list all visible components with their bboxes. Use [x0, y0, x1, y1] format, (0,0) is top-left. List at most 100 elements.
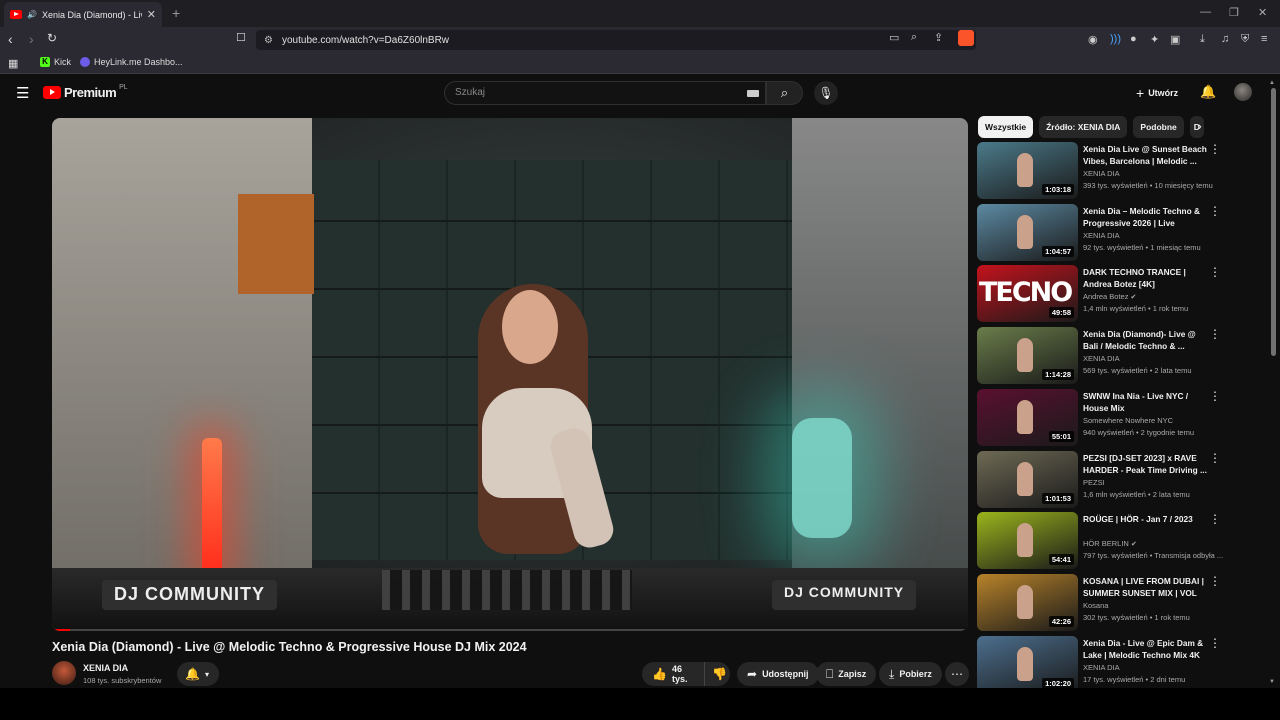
video-player[interactable]: DJ COMMUNITY DJ COMMUNITY	[52, 118, 968, 631]
share-icon[interactable]: ⇪	[934, 31, 943, 44]
chip-all[interactable]: Wszystkie	[978, 116, 1034, 138]
voice-search-button[interactable]: 🎙	[814, 81, 838, 105]
more-actions-button[interactable]: ⋯	[945, 662, 969, 686]
search-input[interactable]: Szukaj	[444, 81, 766, 105]
close-window-icon[interactable]: ✕	[1258, 6, 1267, 19]
youtube-premium-logo[interactable]: Premium PL	[43, 84, 128, 100]
recommendation-title[interactable]: Xenia Dia (Diamond)- Live @ Bali / Melod…	[1083, 328, 1207, 352]
recommendation-item[interactable]: 1:01:53 PEZSI [DJ-SET 2023] x RAVE HARDER…	[977, 451, 1225, 509]
recommendation-channel[interactable]: XENIA DIA	[1083, 169, 1120, 178]
recommendation-channel[interactable]: HÖR BERLIN ✔	[1083, 539, 1137, 548]
video-progress-bar[interactable]	[52, 629, 968, 631]
recommendation-item[interactable]: 1:03:18 Xenia Dia Live @ Sunset Beach Vib…	[977, 142, 1225, 200]
puzzle-icon[interactable]: ✦	[1150, 33, 1159, 46]
more-vertical-icon[interactable]: ⋮	[1209, 574, 1221, 588]
channel-avatar[interactable]	[52, 661, 76, 685]
shield-icon[interactable]: ⛨	[1241, 33, 1249, 46]
bookmark-heylink[interactable]: HeyLink.me Dashbo...	[80, 57, 183, 67]
video-thumbnail[interactable]: 42:26	[977, 574, 1078, 631]
bookmark-kick[interactable]: K Kick	[40, 57, 71, 67]
recommendation-channel[interactable]: XENIA DIA	[1083, 354, 1120, 363]
chip-source[interactable]: Źródło: XENIA DIA	[1039, 116, 1128, 138]
more-vertical-icon[interactable]: ⋮	[1209, 142, 1221, 156]
recommendation-channel[interactable]: XENIA DIA	[1083, 663, 1120, 672]
hamburger-menu-icon[interactable]: ☰	[16, 84, 29, 102]
recommendation-channel[interactable]: Somewhere Nowhere NYC	[1083, 416, 1173, 425]
forward-icon[interactable]: ›	[29, 31, 34, 47]
brave-shields-icon[interactable]	[958, 30, 974, 46]
recommendation-title[interactable]: SWNW Ina Nia - Live NYC / House Mix	[1083, 390, 1207, 414]
subscription-bell-button[interactable]: 🔔 ▾	[177, 662, 219, 686]
video-thumbnail[interactable]: 55:01	[977, 389, 1078, 446]
extension-icon[interactable]: ◉	[1088, 33, 1098, 46]
recommendation-title[interactable]: Xenia Dia – Melodic Techno & Progressive…	[1083, 205, 1207, 229]
like-button[interactable]: 👍 46 tys.	[642, 662, 704, 686]
recommendation-item[interactable]: 1:14:28 Xenia Dia (Diamond)- Live @ Bali …	[977, 327, 1225, 385]
recommendation-title[interactable]: ROÜGE | HÖR - Jan 7 / 2023	[1083, 513, 1207, 525]
recommendation-item[interactable]: 1:02:20 Xenia Dia - Live @ Epic Dam & Lak…	[977, 636, 1225, 694]
save-button[interactable]: ⎕ Zapisz	[816, 662, 877, 686]
cast-icon[interactable]: ▭	[889, 31, 899, 44]
video-thumbnail[interactable]: 1:14:28	[977, 327, 1078, 384]
more-vertical-icon[interactable]: ⋮	[1209, 204, 1221, 218]
close-tab-icon[interactable]: ✕	[147, 8, 156, 21]
sidebar-toggle-icon[interactable]: ▣	[1170, 33, 1180, 46]
more-vertical-icon[interactable]: ⋮	[1209, 636, 1221, 650]
wallet-icon[interactable]: )))	[1110, 33, 1121, 45]
more-vertical-icon[interactable]: ⋮	[1209, 451, 1221, 465]
browser-tab[interactable]: 🔊 Xenia Dia (Diamond) - Live @ ✕	[4, 2, 162, 27]
notifications-bell-icon[interactable]: 🔔	[1200, 84, 1216, 100]
more-vertical-icon[interactable]: ⋮	[1209, 512, 1221, 526]
music-icon[interactable]: ♫	[1221, 33, 1229, 45]
recommendation-title[interactable]: DARK TECHNO TRANCE | Andrea Botez [4K]	[1083, 266, 1207, 290]
download-button[interactable]: ⤓ Pobierz	[879, 662, 942, 686]
more-vertical-icon[interactable]: ⋮	[1209, 389, 1221, 403]
site-settings-icon[interactable]: ⚙	[264, 35, 273, 46]
share-button[interactable]: ➦ Udostępnij	[737, 662, 819, 686]
recommendation-item[interactable]: TECNO 49:58 DARK TECHNO TRANCE | Andrea Bo…	[977, 265, 1225, 323]
zoom-icon[interactable]: ⌕	[911, 31, 917, 44]
back-icon[interactable]: ‹	[8, 31, 13, 47]
address-bar[interactable]: ⚙ youtube.com/watch?v=Da6Z60lnBRw	[256, 30, 976, 50]
recommendation-channel[interactable]: XENIA DIA	[1083, 231, 1120, 240]
recommendation-title[interactable]: Xenia Dia Live @ Sunset Beach Vibes, Bar…	[1083, 143, 1207, 167]
more-vertical-icon[interactable]: ⋮	[1209, 265, 1221, 279]
recommendation-title[interactable]: Xenia Dia - Live @ Epic Dam & Lake | Mel…	[1083, 637, 1207, 661]
channel-name[interactable]: XENIA DIA	[83, 663, 128, 673]
chevron-right-icon[interactable]: ›	[1198, 121, 1202, 133]
recommendation-item[interactable]: 1:04:57 Xenia Dia – Melodic Techno & Prog…	[977, 204, 1225, 262]
video-thumbnail[interactable]: TECNO 49:58	[977, 265, 1078, 322]
recommendation-title[interactable]: PEZSI [DJ-SET 2023] x RAVE HARDER - Peak…	[1083, 452, 1207, 476]
bookmark-icon[interactable]: ☐	[236, 31, 246, 44]
new-tab-button[interactable]: +	[172, 5, 180, 21]
recommendation-channel[interactable]: Kosana	[1083, 601, 1108, 610]
menu-icon[interactable]: ≡	[1261, 33, 1267, 45]
video-thumbnail[interactable]: 1:04:57	[977, 204, 1078, 261]
recommendation-title[interactable]: KOSANA | LIVE FROM DUBAI | SUMMER SUNSET…	[1083, 575, 1207, 599]
search-button[interactable]: ⌕	[766, 81, 803, 105]
video-thumbnail[interactable]: 1:01:53	[977, 451, 1078, 508]
scrollbar[interactable]	[1271, 88, 1276, 356]
reload-icon[interactable]: ↻	[47, 31, 57, 45]
recommendation-channel[interactable]: Andrea Botez ✔	[1083, 292, 1136, 301]
apps-grid-icon[interactable]: ▦	[8, 57, 18, 70]
user-avatar[interactable]	[1234, 83, 1252, 101]
video-thumbnail[interactable]: 1:02:20	[977, 636, 1078, 693]
download-icon[interactable]: ⤓	[1200, 33, 1205, 46]
minimize-icon[interactable]: —	[1200, 6, 1211, 18]
scroll-up-icon[interactable]: ▲	[1269, 80, 1275, 86]
recommendation-item[interactable]: 42:26 KOSANA | LIVE FROM DUBAI | SUMMER S…	[977, 574, 1225, 632]
more-vertical-icon[interactable]: ⋮	[1209, 327, 1221, 341]
dislike-button[interactable]: 👎	[704, 662, 730, 686]
recommendation-item[interactable]: 54:41 ROÜGE | HÖR - Jan 7 / 2023 HÖR BERLI…	[977, 512, 1225, 570]
create-button[interactable]: + Utwórz	[1136, 85, 1178, 101]
chip-similar[interactable]: Podobne	[1133, 116, 1184, 138]
recommendation-item[interactable]: 55:01 SWNW Ina Nia - Live NYC / House Mix…	[977, 389, 1225, 447]
video-thumbnail[interactable]: 54:41	[977, 512, 1078, 569]
recommendation-channel[interactable]: PEZSI	[1083, 478, 1105, 487]
scroll-down-icon[interactable]: ▼	[1269, 679, 1275, 685]
keyboard-icon[interactable]	[747, 90, 759, 97]
video-thumbnail[interactable]: 1:03:18	[977, 142, 1078, 199]
vpn-icon[interactable]: ●	[1130, 33, 1137, 45]
restore-icon[interactable]: ❐	[1229, 6, 1239, 19]
